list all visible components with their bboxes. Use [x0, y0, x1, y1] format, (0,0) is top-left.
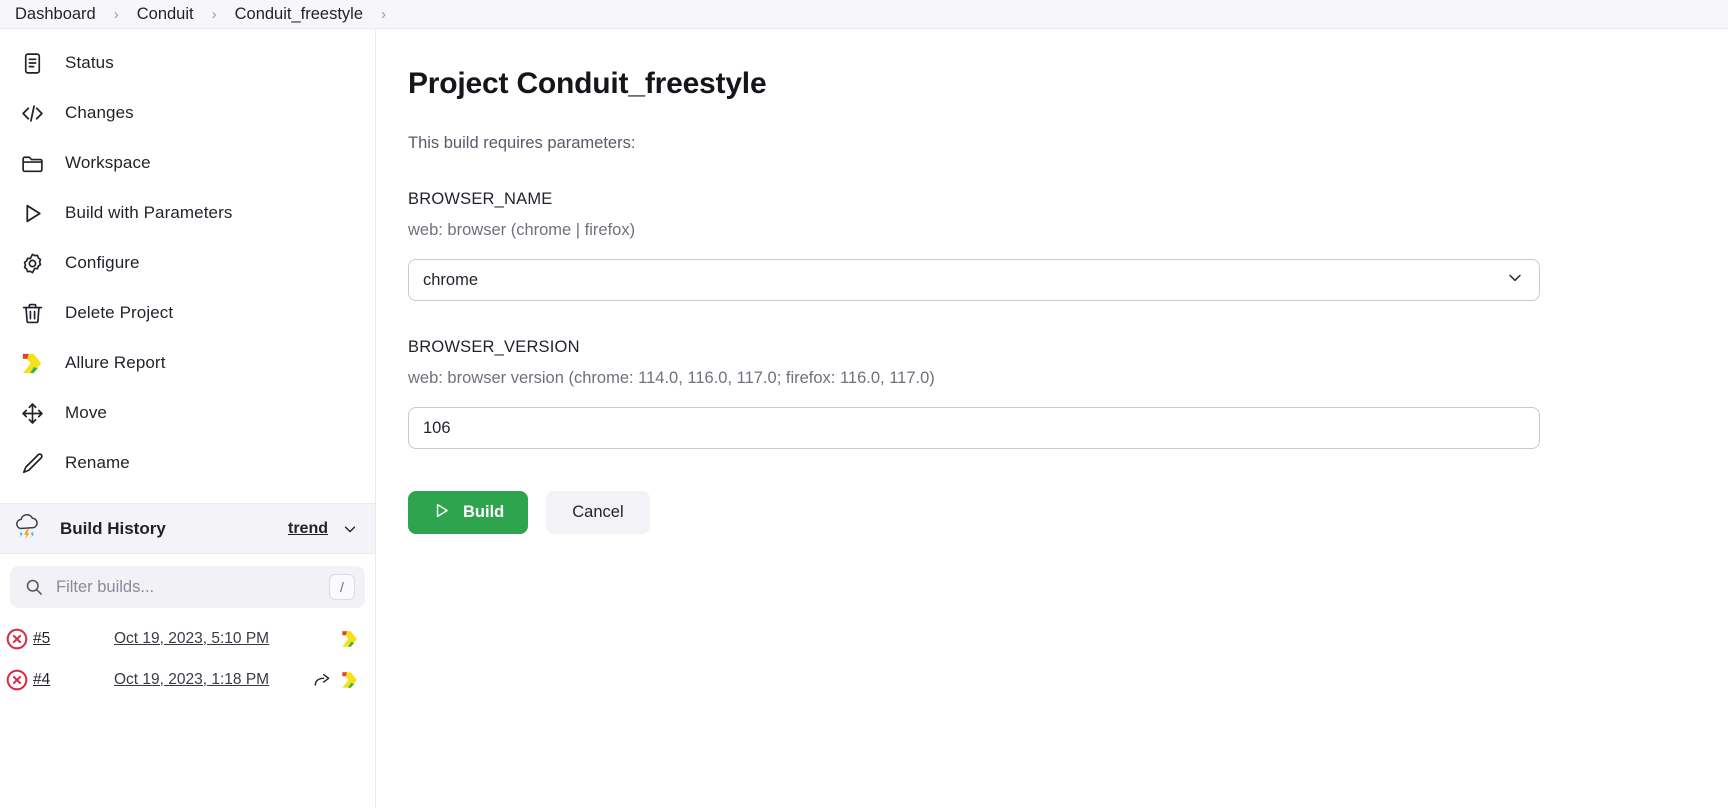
- breadcrumb-item-dashboard[interactable]: Dashboard: [11, 5, 100, 24]
- code-icon: [19, 100, 46, 127]
- circle-x-icon: [4, 667, 30, 693]
- sidebar-item-status[interactable]: Status: [0, 38, 375, 88]
- document-icon: [19, 50, 46, 77]
- parameter-label: BROWSER_VERSION: [408, 338, 580, 356]
- sidebar-item-label: Delete Project: [65, 303, 174, 322]
- build-button[interactable]: Build: [408, 491, 529, 534]
- breadcrumb: Dashboard › Conduit › Conduit_freestyle …: [0, 0, 1728, 29]
- cloud-storm-icon: [12, 513, 44, 544]
- chevron-down-icon[interactable]: [341, 520, 359, 538]
- page-body: Status Changes Workspace Build with Para…: [0, 29, 1728, 808]
- parameters-subtitle: This build requires parameters:: [408, 134, 636, 152]
- allure-logo-icon: [19, 350, 46, 377]
- sidebar-item-workspace[interactable]: Workspace: [0, 138, 375, 188]
- play-icon: [19, 200, 46, 227]
- breadcrumb-item-conduit-freestyle[interactable]: Conduit_freestyle: [231, 5, 367, 24]
- build-number[interactable]: #4: [33, 671, 81, 689]
- breadcrumb-separator: ›: [113, 5, 119, 23]
- sidebar: Status Changes Workspace Build with Para…: [0, 29, 376, 808]
- cancel-button[interactable]: Cancel: [546, 491, 650, 534]
- parameter-description: web: browser version (chrome: 114.0, 116…: [408, 369, 935, 387]
- breadcrumb-separator: ›: [211, 5, 217, 23]
- browser-version-field[interactable]: [408, 407, 1540, 449]
- build-history-header: Build History trend: [0, 503, 375, 554]
- parameter-description: web: browser (chrome | firefox): [408, 221, 636, 239]
- filter-builds-input[interactable]: [56, 577, 329, 597]
- build-trend-link[interactable]: trend: [288, 520, 328, 538]
- sidebar-item-rename[interactable]: Rename: [0, 438, 375, 488]
- sidebar-item-label: Rename: [65, 453, 130, 472]
- main-content: Project Conduit_freestyle This build req…: [376, 29, 1728, 808]
- page-title: Project Conduit_freestyle: [408, 67, 767, 100]
- move-icon: [19, 400, 46, 427]
- allure-logo-icon[interactable]: [339, 628, 361, 650]
- sidebar-item-label: Build with Parameters: [65, 203, 233, 222]
- sidebar-item-allure-report[interactable]: Allure Report: [0, 338, 375, 388]
- sidebar-item-label: Move: [65, 403, 107, 422]
- parameter-browser-version: BROWSER_VERSION web: browser version (ch…: [408, 338, 1728, 449]
- sidebar-item-label: Allure Report: [65, 353, 166, 372]
- build-date[interactable]: Oct 19, 2023, 5:10 PM: [81, 630, 339, 648]
- search-icon: [24, 577, 44, 597]
- sidebar-item-changes[interactable]: Changes: [0, 88, 375, 138]
- parameter-browser-name: BROWSER_NAME web: browser (chrome | fire…: [408, 190, 1728, 301]
- build-number[interactable]: #5: [33, 630, 81, 648]
- sidebar-task-list: Status Changes Workspace Build with Para…: [0, 29, 375, 488]
- pencil-icon: [19, 450, 46, 477]
- build-filter[interactable]: /: [10, 566, 365, 608]
- breadcrumb-item-conduit[interactable]: Conduit: [133, 5, 198, 24]
- sidebar-item-delete-project[interactable]: Delete Project: [0, 288, 375, 338]
- form-actions: Build Cancel: [408, 491, 1728, 534]
- circle-x-icon: [4, 626, 30, 652]
- build-date[interactable]: Oct 19, 2023, 1:18 PM: [81, 671, 311, 689]
- gear-icon: [19, 250, 46, 277]
- sidebar-item-move[interactable]: Move: [0, 388, 375, 438]
- build-button-label: Build: [463, 503, 505, 521]
- sidebar-item-build-with-parameters[interactable]: Build with Parameters: [0, 188, 375, 238]
- browser-version-input[interactable]: [423, 408, 1525, 448]
- jenkins-page: Dashboard › Conduit › Conduit_freestyle …: [0, 0, 1728, 808]
- build-row[interactable]: #5 Oct 19, 2023, 5:10 PM: [0, 618, 375, 659]
- browser-name-select[interactable]: chrome firefox: [423, 260, 1525, 300]
- build-history-title: Build History: [60, 518, 166, 538]
- sidebar-item-label: Changes: [65, 103, 134, 122]
- sidebar-item-label: Configure: [65, 253, 140, 272]
- build-row[interactable]: #4 Oct 19, 2023, 1:18 PM: [0, 659, 375, 700]
- sidebar-item-configure[interactable]: Configure: [0, 238, 375, 288]
- play-icon: [432, 501, 451, 525]
- browser-name-field[interactable]: chrome firefox: [408, 259, 1540, 301]
- share-arrow-icon[interactable]: [311, 669, 333, 691]
- build-filter-row: /: [0, 554, 375, 618]
- filter-shortcut-key: /: [329, 574, 355, 600]
- sidebar-item-label: Workspace: [65, 153, 151, 172]
- build-row-actions: [311, 669, 375, 691]
- folder-icon: [19, 150, 46, 177]
- parameter-label: BROWSER_NAME: [408, 190, 553, 208]
- breadcrumb-separator: ›: [381, 5, 387, 23]
- build-list: #5 Oct 19, 2023, 5:10 PM #4 Oct 19, 2023…: [0, 618, 375, 700]
- allure-logo-icon[interactable]: [339, 669, 361, 691]
- trash-icon: [19, 300, 46, 327]
- build-row-actions: [339, 628, 375, 650]
- sidebar-item-label: Status: [65, 53, 114, 72]
